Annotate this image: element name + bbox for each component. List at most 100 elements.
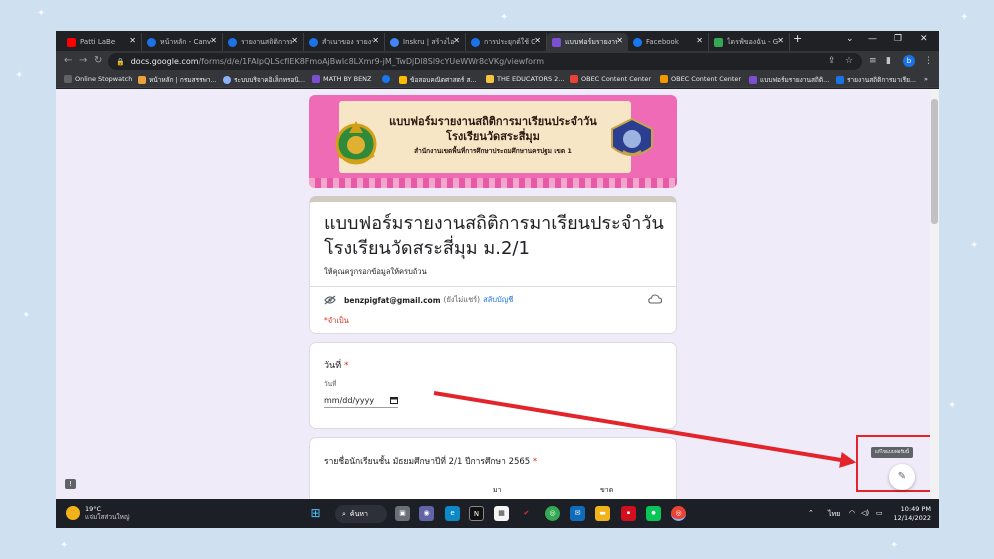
tab-label: หน้าหลัก - Canv bbox=[160, 37, 211, 46]
edit-form-button[interactable]: ✎ bbox=[889, 464, 915, 490]
store-icon[interactable]: ▦ bbox=[494, 506, 509, 521]
tab-inskru[interactable]: Inskru | สร้างไอเ ✕ bbox=[385, 33, 466, 51]
forward-icon[interactable]: → bbox=[79, 55, 87, 66]
bookmark-item[interactable]: Online Stopwatch bbox=[64, 75, 132, 83]
date-input[interactable]: mm/dd/yyyy bbox=[324, 393, 398, 408]
language-indicator[interactable]: ไทย bbox=[828, 509, 840, 520]
tab-label: สำเนาของ รายงา bbox=[322, 37, 373, 46]
youtube-icon bbox=[67, 37, 76, 47]
start-icon[interactable]: ⊞ bbox=[308, 506, 323, 521]
tab-attendance-report[interactable]: รายงานสถิติการมา ✕ bbox=[223, 33, 304, 51]
reload-icon[interactable]: ↻ bbox=[94, 55, 102, 66]
bookmark-item[interactable]: ข้อสอบคณิตศาสตร์ ส... bbox=[399, 75, 477, 85]
bookmark-item[interactable]: OBEC Content Center bbox=[660, 75, 741, 83]
close-icon[interactable]: ✕ bbox=[616, 36, 623, 45]
tab-facebook[interactable]: Facebook ✕ bbox=[628, 33, 709, 51]
close-icon[interactable]: ✕ bbox=[696, 36, 703, 45]
close-icon[interactable]: ✕ bbox=[777, 36, 784, 45]
tab-patti-labelle[interactable]: Patti LaBe ✕ bbox=[62, 33, 142, 51]
url-bar[interactable]: 🔒 docs.google.com /forms/d/e/1FAIpQLScfI… bbox=[108, 53, 862, 70]
close-icon[interactable]: ✕ bbox=[372, 36, 379, 45]
back-icon[interactable]: ← bbox=[64, 55, 72, 66]
bookmark-item[interactable]: หน้าหลัก | กรมสรรพา... bbox=[138, 75, 217, 85]
form-title: แบบฟอร์มรายงานสถิติการมาเรียนประจำวัน โร… bbox=[324, 213, 664, 259]
bookmark-label: รายงานสถิติการมาเรีย... bbox=[847, 76, 917, 84]
edit-form-tooltip: แก้ไขแบบฟอร์มนี้ bbox=[871, 447, 913, 458]
bookmark-item[interactable]: ระบบบริจาคอิเล็กทรอนิ... bbox=[223, 75, 305, 85]
tab-google-drive[interactable]: ไดรฟ์ของฉัน - Go ✕ bbox=[709, 33, 790, 51]
tab-search-icon[interactable]: ⌄ bbox=[846, 34, 854, 44]
bookmark-label: หน้าหลัก | กรมสรรพา... bbox=[149, 76, 217, 84]
show-hidden-icons[interactable]: ⌃ bbox=[808, 509, 814, 517]
calendar-icon[interactable] bbox=[390, 396, 398, 404]
close-icon[interactable]: ✕ bbox=[453, 36, 460, 45]
notion-icon[interactable]: N bbox=[469, 506, 484, 521]
tab-canva-home[interactable]: หน้าหลัก - Canv ✕ bbox=[142, 33, 223, 51]
side-panel-icon[interactable]: ▮ bbox=[886, 56, 891, 66]
mail-icon[interactable]: ✉ bbox=[570, 506, 585, 521]
bookmark-label: THE EDUCATORS 2... bbox=[497, 75, 565, 83]
sheets-icon bbox=[836, 76, 844, 84]
column-present: มา bbox=[493, 486, 502, 494]
search-label: ค้นหา bbox=[349, 509, 368, 518]
edge-icon[interactable]: e bbox=[445, 506, 460, 521]
close-icon[interactable]: ✕ bbox=[534, 36, 541, 45]
bookmark-item[interactable]: MATH BY BENZ bbox=[312, 75, 372, 83]
url-path: /forms/d/e/1FAIpQLScfIEK8FmoAjBwIc8LXmr9… bbox=[198, 57, 544, 66]
globe-icon bbox=[223, 76, 231, 84]
bookmark-item[interactable]: OBEC Content Center bbox=[570, 75, 651, 83]
new-tab-button[interactable]: + bbox=[793, 32, 802, 45]
close-window-icon[interactable]: ✕ bbox=[920, 34, 928, 44]
bookmark-item[interactable]: รายงานสถิติการมาเรีย... bbox=[836, 75, 916, 85]
bookmark-item[interactable]: THE EDUCATORS 2... bbox=[486, 75, 565, 83]
restore-icon[interactable]: ❐ bbox=[894, 34, 902, 44]
bookmark-label: MATH BY BENZ bbox=[323, 75, 372, 83]
scrollbar-thumb[interactable] bbox=[931, 99, 938, 224]
date-question-label: วันที่ * bbox=[324, 358, 349, 372]
report-issue-icon[interactable]: ! bbox=[65, 479, 76, 489]
tab-label: ไดรฟ์ของฉัน - Go bbox=[727, 37, 778, 46]
more-bookmarks-button[interactable]: » bbox=[924, 75, 928, 83]
close-icon[interactable]: ✕ bbox=[291, 36, 298, 45]
battery-icon[interactable]: ▭ bbox=[876, 509, 883, 517]
sparkle-icon: ✦ bbox=[60, 540, 69, 551]
tab-label: แบบฟอร์มรายงาน bbox=[565, 37, 617, 46]
taskbar-search[interactable]: ⌕ ค้นหา bbox=[335, 505, 387, 523]
task-view-icon[interactable]: ▣ bbox=[395, 506, 410, 521]
teams-icon[interactable]: ◉ bbox=[419, 506, 434, 521]
close-icon[interactable]: ✕ bbox=[129, 36, 136, 45]
sparkle-icon: ✦ bbox=[960, 12, 969, 23]
profile-avatar[interactable]: b bbox=[903, 55, 915, 67]
tab-report-copy[interactable]: สำเนาของ รายงา ✕ bbox=[304, 33, 385, 51]
banner-stripe bbox=[309, 178, 677, 188]
bookmark-label: OBEC Content Center bbox=[581, 75, 652, 83]
file-explorer-icon[interactable]: ▬ bbox=[595, 506, 610, 521]
chrome-active-icon[interactable]: ◎ bbox=[671, 506, 686, 521]
line-icon[interactable]: ● bbox=[646, 506, 661, 521]
page-scrollbar[interactable] bbox=[930, 89, 939, 499]
close-icon[interactable]: ✕ bbox=[210, 36, 217, 45]
tab-google-form-active[interactable]: แบบฟอร์มรายงาน ✕ bbox=[547, 33, 628, 51]
weather-widget[interactable]: 19°C แจ่มใสส่วนใหญ่ bbox=[66, 505, 129, 521]
share-icon[interactable]: ⇪ bbox=[828, 56, 836, 66]
wifi-icon[interactable]: ◠ bbox=[849, 509, 855, 517]
reading-list-icon[interactable]: ≡ bbox=[869, 56, 877, 66]
app-icon[interactable]: ▪ bbox=[621, 506, 636, 521]
switch-account-link[interactable]: สลับบัญชี bbox=[483, 294, 513, 306]
bookmark-item[interactable]: แบบฟอร์มรายงานสถิติ... bbox=[749, 75, 829, 85]
question-text: รายชื่อนักเรียนชั้น มัธยมศึกษาปีที่ 2/1 … bbox=[324, 457, 531, 467]
chrome-icon[interactable]: ◎ bbox=[545, 506, 560, 521]
clock-time: 10:49 PM bbox=[900, 505, 931, 513]
bookmark-item[interactable] bbox=[382, 75, 393, 83]
bookmark-star-icon[interactable]: ☆ bbox=[845, 56, 853, 66]
forms-icon bbox=[312, 75, 320, 83]
weather-text: 19°C แจ่มใสส่วนใหญ่ bbox=[85, 505, 129, 521]
desktop-screen: Patti LaBe ✕ หน้าหลัก - Canv ✕ รายงานสถิ… bbox=[56, 31, 939, 528]
system-clock[interactable]: 10:49 PM 12/14/2022 bbox=[891, 505, 931, 523]
minimize-icon[interactable]: — bbox=[868, 34, 877, 44]
bookmark-label: OBEC Content Center bbox=[671, 75, 742, 83]
vivaldi-icon[interactable]: ✔ bbox=[519, 506, 534, 521]
browser-menu-icon[interactable]: ⋮ bbox=[924, 56, 933, 66]
tab-canva-applied[interactable]: การประยุกต์ใช้ Ca ✕ bbox=[466, 33, 547, 51]
volume-icon[interactable]: ◁) bbox=[861, 509, 869, 517]
